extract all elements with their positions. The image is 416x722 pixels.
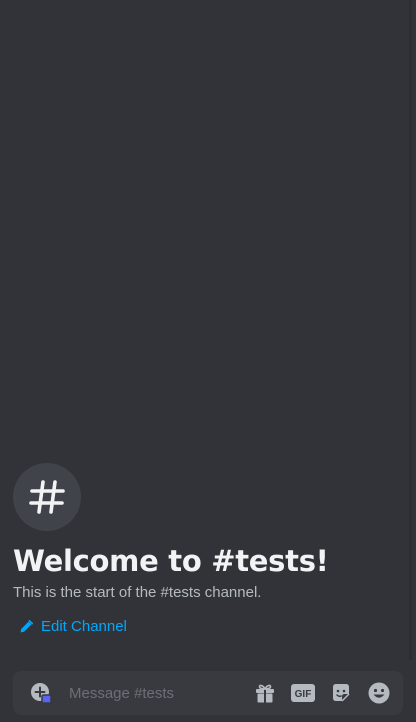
edit-channel-link[interactable]: Edit Channel [13, 617, 127, 637]
gif-button[interactable]: GIF [291, 681, 315, 705]
sticker-button[interactable] [329, 681, 353, 705]
channel-welcome: Welcome to #tests! This is the start of … [13, 463, 403, 638]
welcome-description: This is the start of the #tests channel. [13, 584, 262, 601]
attach-plus-icon[interactable] [29, 681, 53, 705]
sticker-icon [333, 684, 350, 702]
gif-label: GIF [295, 689, 312, 700]
welcome-title: Welcome to #tests! [13, 544, 329, 578]
hashtag-icon [29, 480, 65, 514]
gift-button[interactable] [253, 681, 277, 705]
chat-view: Welcome to #tests! This is the start of … [0, 0, 416, 722]
message-input[interactable] [69, 682, 253, 704]
gift-icon [256, 684, 274, 703]
pencil-icon [20, 620, 33, 633]
edit-channel-label: Edit Channel [41, 618, 127, 635]
message-scrollbar[interactable] [409, 0, 412, 660]
emoji-icon [368, 682, 390, 704]
emoji-button[interactable] [367, 681, 391, 705]
gif-icon: GIF [291, 684, 315, 702]
composer-buttons: GIF [253, 681, 391, 705]
channel-avatar [13, 463, 81, 531]
message-composer: GIF [13, 671, 403, 715]
